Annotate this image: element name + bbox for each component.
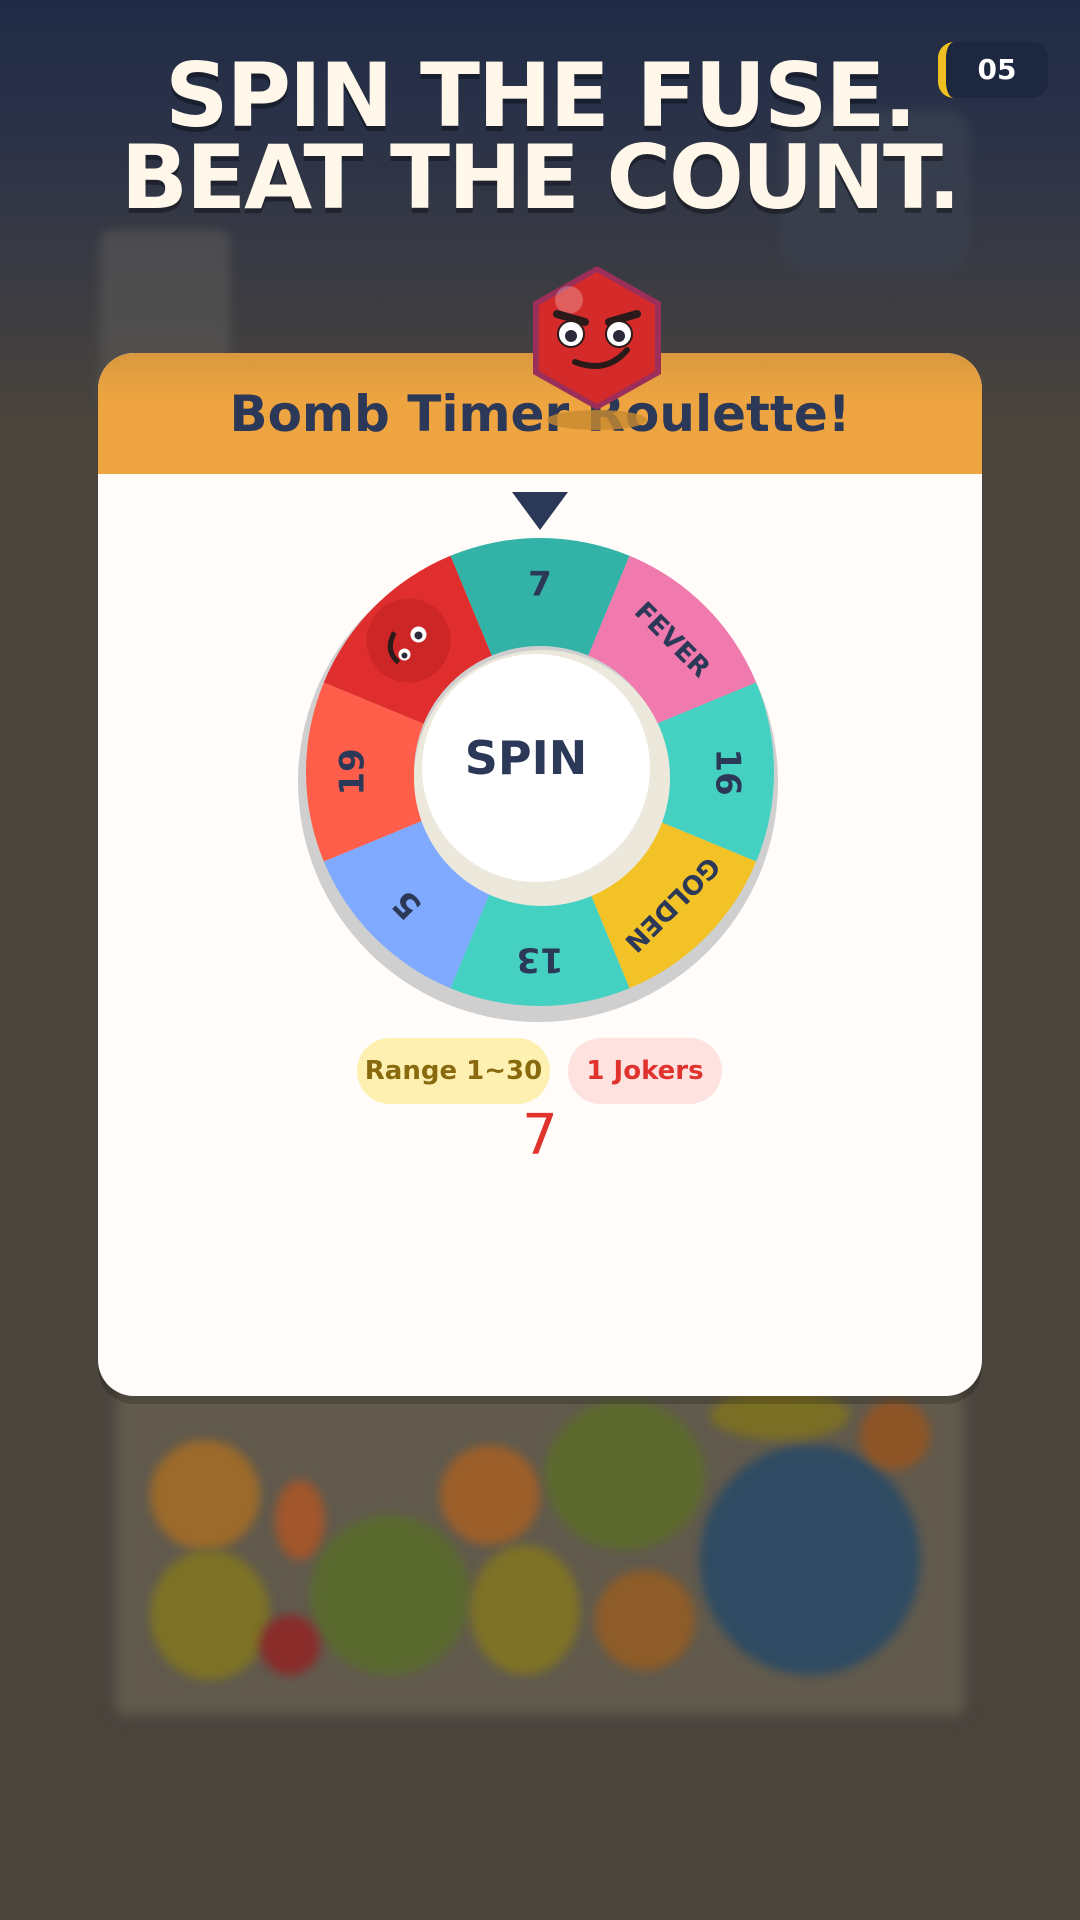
background-ball — [150, 1440, 260, 1550]
background-ball — [440, 1445, 540, 1545]
background-ball — [260, 1615, 320, 1675]
background-ball — [310, 1515, 470, 1675]
pointer-down-icon — [512, 492, 568, 530]
background-ball — [710, 1390, 850, 1440]
background-ball — [545, 1400, 705, 1550]
wheel-segment-label: 7 — [528, 565, 552, 605]
wheel-segment-label: 13 — [516, 940, 563, 980]
background-ball — [700, 1445, 920, 1675]
bomb-mascot-icon — [533, 266, 661, 430]
background-ball — [860, 1400, 930, 1470]
title-banner: SPIN THE FUSE. BEAT THE COUNT. — [0, 44, 1080, 229]
background-ball — [150, 1550, 270, 1680]
range-badge: Range 1~30 — [357, 1038, 550, 1104]
background-ball — [470, 1545, 580, 1675]
wheel-segment-label: 19 — [333, 748, 373, 795]
level-badge: 05 — [938, 42, 1048, 98]
bomb-face-icon — [366, 598, 451, 683]
result-number: 7 — [522, 1103, 558, 1168]
wheel-segment-label: 16 — [708, 748, 748, 795]
banner-line-1: SPIN THE FUSE. — [165, 44, 917, 147]
background-ball — [275, 1480, 325, 1560]
spin-button[interactable]: SPIN — [413, 645, 639, 871]
jokers-badge: 1 Jokers — [568, 1038, 722, 1104]
banner-line-2: BEAT THE COUNT. — [120, 126, 961, 229]
background-ball — [595, 1570, 695, 1670]
